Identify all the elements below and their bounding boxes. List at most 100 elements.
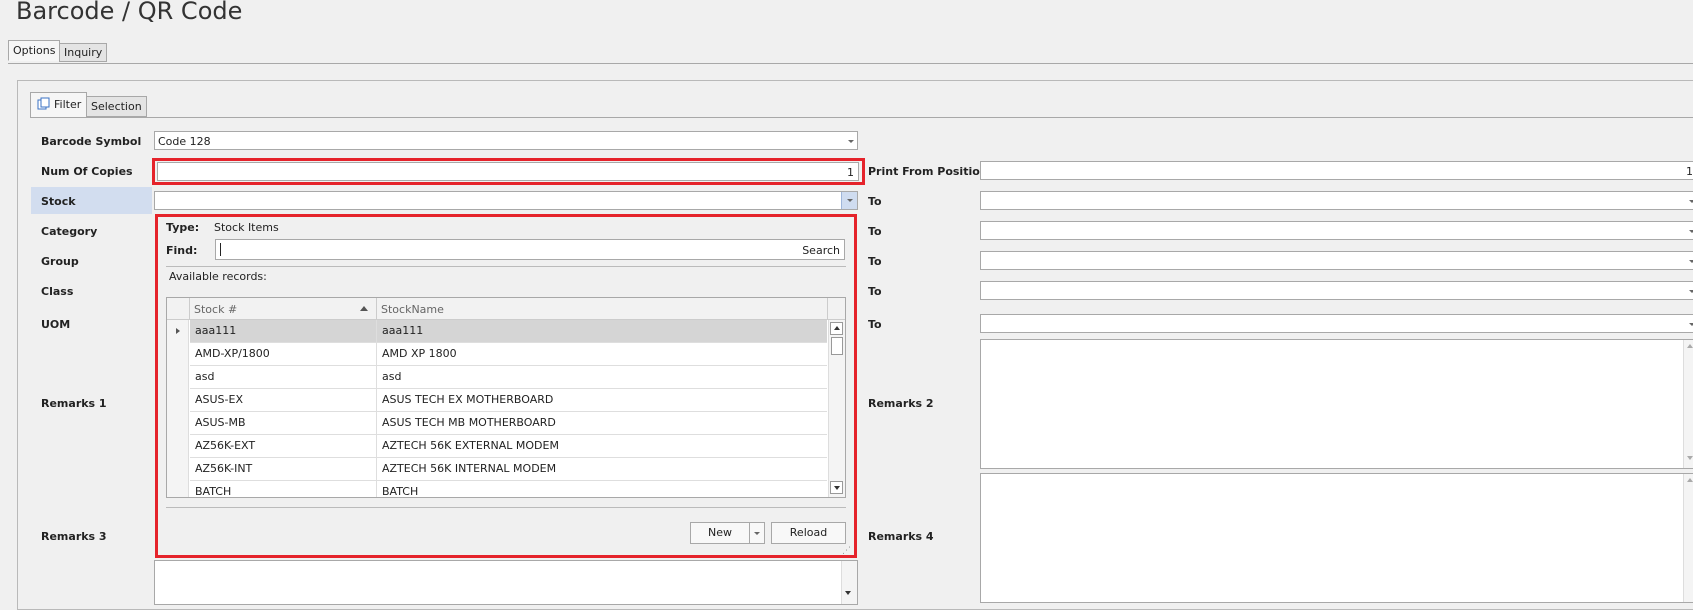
remarks4-label: Remarks 4 xyxy=(868,530,934,543)
cell-stock-name: ASUS TECH EX MOTHERBOARD xyxy=(382,393,554,406)
chevron-down-icon xyxy=(847,199,853,202)
remarks2-scrollbar[interactable] xyxy=(1683,340,1693,468)
scroll-thumb[interactable] xyxy=(831,337,843,355)
new-button[interactable]: New xyxy=(690,522,750,544)
remarks4-scrollbar[interactable] xyxy=(1683,474,1693,602)
new-dropdown-button[interactable] xyxy=(749,522,765,544)
group-label: Group xyxy=(41,255,79,268)
tab-strip-divider xyxy=(8,63,1693,64)
cell-stock-name: AMD XP 1800 xyxy=(382,347,457,360)
table-row[interactable]: ASUS-MB ASUS TECH MB MOTHERBOARD xyxy=(190,412,827,435)
lookup-find-input[interactable]: Search xyxy=(215,239,845,260)
stock-to-select[interactable] xyxy=(980,191,1693,210)
scroll-up-icon xyxy=(1687,344,1693,348)
column-header-stock-no[interactable]: Stock # xyxy=(194,303,237,316)
table-row[interactable]: AZ56K-EXT AZTECH 56K EXTERNAL MODEM xyxy=(190,435,827,458)
grid-header-divider xyxy=(376,298,377,320)
lookup-grid: Stock # StockName aaa111 aaa111 AMD-XP/1… xyxy=(166,297,846,498)
cell-stock-no: BATCH xyxy=(195,485,232,497)
num-copies-label: Num Of Copies xyxy=(41,165,133,178)
stock-select[interactable] xyxy=(154,191,858,210)
chevron-down-icon xyxy=(754,532,760,535)
arrow-up-icon xyxy=(834,326,840,330)
table-row[interactable]: ASUS-EX ASUS TECH EX MOTHERBOARD xyxy=(190,389,827,412)
print-from-value: 1 xyxy=(1686,165,1693,178)
print-from-label: Print From Position xyxy=(868,165,988,178)
lookup-search-button[interactable]: Search xyxy=(802,244,840,257)
scroll-up-icon xyxy=(1687,478,1693,482)
chevron-down-icon[interactable] xyxy=(1689,290,1693,293)
uom-to-select[interactable] xyxy=(980,314,1693,333)
tab-options[interactable]: Options xyxy=(8,40,61,61)
uom-label: UOM xyxy=(41,318,71,331)
cell-stock-no: asd xyxy=(195,370,215,383)
scroll-down-button[interactable] xyxy=(830,481,843,494)
cell-stock-no: aaa111 xyxy=(195,324,237,337)
remarks3-textarea[interactable] xyxy=(154,560,858,605)
reload-button[interactable]: Reload xyxy=(771,522,846,544)
remarks3-label: Remarks 3 xyxy=(41,530,107,543)
chevron-down-icon[interactable] xyxy=(1689,260,1693,263)
class-to-select[interactable] xyxy=(980,281,1693,300)
scroll-down-icon xyxy=(1687,456,1693,460)
cell-stock-name: asd xyxy=(382,370,402,383)
resize-grip-icon[interactable]: ⋰ xyxy=(842,546,851,556)
tab-selection[interactable]: Selection xyxy=(86,96,147,117)
remarks2-label: Remarks 2 xyxy=(868,397,934,410)
cell-stock-name: aaa111 xyxy=(382,324,424,337)
category-to-select[interactable] xyxy=(980,221,1693,240)
stock-dropdown-button[interactable] xyxy=(841,192,857,209)
lookup-footer-divider xyxy=(166,507,846,508)
print-from-input[interactable]: 1 xyxy=(980,161,1693,180)
chevron-down-icon[interactable] xyxy=(848,140,854,143)
table-row[interactable]: AMD-XP/1800 AMD XP 1800 xyxy=(190,343,827,366)
uom-to-label: To xyxy=(868,318,882,331)
stock-label: Stock xyxy=(41,195,76,208)
lookup-available-label: Available records: xyxy=(169,270,267,283)
tab-filter[interactable]: Filter xyxy=(30,92,88,118)
text-cursor xyxy=(220,243,221,256)
class-label: Class xyxy=(41,285,74,298)
group-to-label: To xyxy=(868,255,882,268)
chevron-down-icon[interactable] xyxy=(1689,200,1693,203)
cell-stock-name: AZTECH 56K INTERNAL MODEM xyxy=(382,462,557,475)
remarks2-textarea[interactable] xyxy=(980,339,1693,469)
inner-tab-divider xyxy=(30,117,1693,118)
table-row[interactable]: BATCH BATCH xyxy=(190,481,827,497)
grid-header: Stock # StockName xyxy=(167,298,845,320)
table-row[interactable]: asd asd xyxy=(190,366,827,389)
lookup-divider xyxy=(166,266,846,267)
tab-filter-label: Filter xyxy=(54,98,82,111)
remarks1-label: Remarks 1 xyxy=(41,397,107,410)
grid-header-divider xyxy=(827,298,828,320)
chevron-down-icon[interactable] xyxy=(1689,323,1693,326)
cell-stock-no: ASUS-MB xyxy=(195,416,246,429)
cell-stock-no: ASUS-EX xyxy=(195,393,243,406)
grid-scrollbar[interactable] xyxy=(828,320,845,497)
num-copies-input[interactable]: 1 xyxy=(157,162,859,181)
cell-stock-no: AZ56K-INT xyxy=(195,462,253,475)
cell-stock-name: ASUS TECH MB MOTHERBOARD xyxy=(382,416,556,429)
grid-header-divider xyxy=(189,298,190,320)
current-row-icon xyxy=(176,328,180,334)
tab-inquiry[interactable]: Inquiry xyxy=(59,43,108,62)
column-divider xyxy=(376,320,377,497)
class-to-label: To xyxy=(868,285,882,298)
scroll-up-button[interactable] xyxy=(830,322,843,335)
cell-stock-no: AMD-XP/1800 xyxy=(195,347,270,360)
table-row[interactable]: aaa111 aaa111 xyxy=(190,320,827,343)
row-indicator-column xyxy=(167,320,189,497)
cell-stock-no: AZ56K-EXT xyxy=(195,439,256,452)
stock-to-label: To xyxy=(868,195,882,208)
chevron-down-icon[interactable] xyxy=(1689,230,1693,233)
barcode-symbol-value: Code 128 xyxy=(158,135,211,148)
num-copies-value: 1 xyxy=(847,166,854,179)
group-to-select[interactable] xyxy=(980,251,1693,270)
remarks4-textarea[interactable] xyxy=(980,473,1693,603)
arrow-down-icon xyxy=(834,486,840,490)
column-header-stock-name[interactable]: StockName xyxy=(381,303,444,316)
barcode-symbol-select[interactable]: Code 128 xyxy=(154,131,858,150)
table-row[interactable]: AZ56K-INT AZTECH 56K INTERNAL MODEM xyxy=(190,458,827,481)
remarks3-scrollbar[interactable] xyxy=(841,561,857,604)
lookup-type-label: Type: xyxy=(166,221,200,234)
